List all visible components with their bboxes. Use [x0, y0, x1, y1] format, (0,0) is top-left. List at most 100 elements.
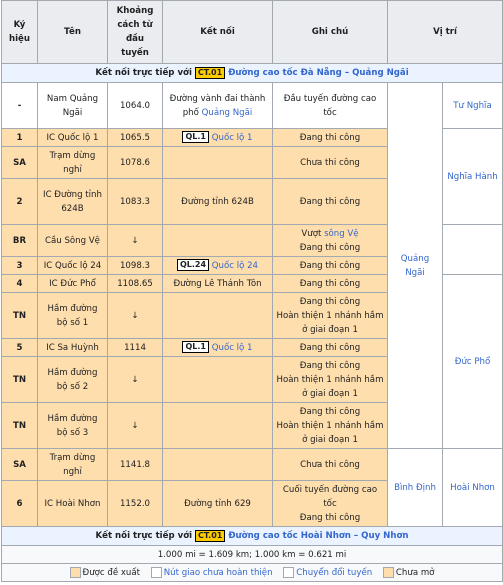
legend-swatch-icon — [283, 566, 295, 578]
table-header-row: Ký hiệu Tên Khoảng cách từ đầu tuyến Kết… — [1, 0, 503, 64]
row-km: ↓ — [107, 402, 163, 449]
row-code: - — [1, 82, 38, 129]
row-km: 1064.0 — [107, 82, 163, 129]
location-hoai-nhon[interactable]: Hoài Nhơn — [450, 483, 495, 493]
row-note: Đang thi công — [272, 274, 388, 293]
row-code: SA — [1, 448, 38, 481]
expressway-junction-table: Ký hiệu Tên Khoảng cách từ đầu tuyến Kết… — [0, 0, 503, 449]
row-name: IC Đường tỉnh 624B — [37, 178, 108, 225]
row-code: SA — [1, 146, 38, 179]
location-duc-pho[interactable]: Đức Phổ — [455, 357, 490, 367]
legend-item[interactable]: Chuyển đổi tuyến — [283, 566, 372, 580]
connect-link[interactable]: Quảng Ngãi — [202, 108, 253, 118]
row-note: Đang thi công Hoàn thiện 1 nhánh hầm ở gi… — [272, 402, 388, 449]
connect-link[interactable]: Quốc lộ 1 — [212, 133, 253, 143]
top-bar-link[interactable]: Đường cao tốc Đà Nẵng – Quảng Ngãi — [228, 68, 408, 78]
bottom-connection-bar: Kết nối trực tiếp với CT.01 Đường cao tố… — [1, 526, 503, 546]
top-bar-prefix: Kết nối trực tiếp với — [95, 68, 192, 78]
ct01-shield-icon[interactable]: CT.01 — [195, 529, 226, 542]
row-name: IC Đức Phổ — [37, 274, 108, 293]
row-note: Chưa thi công — [272, 448, 388, 481]
header-vi-tri: Vị trí — [386, 0, 503, 64]
bottom-bar-link[interactable]: Đường cao tốc Hoài Nhơn – Quy Nhơn — [228, 531, 408, 541]
legend-item: Chưa mở — [382, 566, 434, 580]
row-km: 1078.6 — [107, 146, 163, 179]
header-ky-hieu: Ký hiệu — [1, 0, 38, 64]
legend-swatch-icon — [69, 566, 81, 578]
location-nghia-hanh[interactable]: Nghĩa Hành — [447, 172, 497, 182]
note-link[interactable]: sông Vệ — [324, 229, 359, 239]
row-connect — [162, 448, 273, 481]
row-km: 1152.0 — [107, 480, 163, 527]
row-code: BR — [1, 224, 38, 257]
location-quang-ngai[interactable]: Quảng Ngãi — [401, 254, 429, 278]
row-connect: QL.1 Quốc lộ 1 — [162, 338, 273, 357]
row-code: 2 — [1, 178, 38, 225]
top-connection-bar: Kết nối trực tiếp với CT.01 Đường cao tố… — [0, 63, 503, 83]
ct01-shield-icon[interactable]: CT.01 — [194, 66, 226, 79]
location-tu-nghia[interactable]: Tư Nghĩa — [453, 101, 491, 111]
connect-link[interactable]: Quốc lộ 24 — [212, 261, 258, 271]
row-km: 1114 — [107, 338, 163, 357]
row-note: Đang thi công Hoàn thiện 1 nhánh hầm ở gi… — [272, 356, 388, 403]
row-code: 1 — [1, 128, 38, 147]
ql1-shield-icon[interactable]: QL.1 — [182, 341, 209, 353]
row-name: IC Hoài Nhơn — [37, 480, 108, 527]
row-km: ↓ — [107, 224, 163, 257]
row-km: 1141.8 — [107, 448, 163, 481]
row-name: Hầm đường bộ số 1 — [37, 292, 108, 339]
row-connect: Đường vành đai thành phố Quảng Ngãi — [162, 82, 273, 129]
row-name: Nam Quảng Ngãi — [37, 82, 108, 129]
row-name: Hầm đường bộ số 3 — [37, 402, 108, 449]
row-note: Đầu tuyến đường cao tốc — [272, 82, 388, 129]
row-connect: QL.1 Quốc lộ 1 — [162, 128, 273, 147]
header-ghi-chu: Ghi chú — [272, 0, 388, 64]
table-row: - Nam Quảng Ngãi 1064.0 Đường vành đai t… — [1, 82, 503, 449]
row-km: 1108.65 — [107, 274, 163, 293]
legend-swatch-icon — [382, 566, 394, 578]
legend-row: Được đề xuất Nút giao chưa hoàn thiện Ch… — [1, 563, 503, 582]
row-connect — [162, 356, 273, 403]
row-km: ↓ — [107, 356, 163, 403]
row-note: Chưa thi công — [272, 146, 388, 179]
row-code: TN — [1, 402, 38, 449]
row-name: Cầu Sông Vệ — [37, 224, 108, 257]
row-note: Đang thi công Hoàn thiện 1 nhánh hầm ở gi… — [272, 292, 388, 339]
conversion-row: 1.000 mi = 1.609 km; 1.000 km = 0.621 mi — [1, 545, 503, 564]
location-binh-dinh[interactable]: Bình Định — [394, 483, 436, 493]
row-connect: QL.24 Quốc lộ 24 — [162, 256, 273, 275]
row-connect — [162, 402, 273, 449]
row-note: Đang thi công — [272, 178, 388, 225]
bottom-bar-prefix: Kết nối trực tiếp với — [95, 531, 193, 541]
row-note: Đang thi công — [272, 128, 388, 147]
row-code: 6 — [1, 480, 38, 527]
row-name: IC Sa Huỳnh — [37, 338, 108, 357]
header-khoang-cach: Khoảng cách từ đầu tuyến — [107, 0, 163, 64]
row-code: 3 — [1, 256, 38, 275]
row-km: 1065.5 — [107, 128, 163, 147]
ql1-shield-icon[interactable]: QL.1 — [182, 131, 209, 143]
row-note: Cuối tuyến đường cao tốc Đang thi công — [272, 480, 388, 527]
conversion-text: 1.000 mi = 1.609 km; 1.000 km = 0.621 mi — [1, 545, 503, 564]
legend-swatch-icon — [150, 566, 162, 578]
row-name: Hầm đường bộ số 2 — [37, 356, 108, 403]
legend-item[interactable]: Nút giao chưa hoàn thiện — [150, 566, 273, 580]
row-name: IC Quốc lộ 1 — [37, 128, 108, 147]
row-name: Trạm dừng nghỉ — [37, 448, 108, 481]
row-connect: Đường Lê Thánh Tôn — [162, 274, 273, 293]
row-connect: Đường tỉnh 624B — [162, 178, 273, 225]
row-note: Đang thi công — [272, 338, 388, 357]
row-name: Trạm dừng nghỉ — [37, 146, 108, 179]
row-code: TN — [1, 292, 38, 339]
legend-item: Được đề xuất — [69, 566, 140, 580]
connect-link[interactable]: Quốc lộ 1 — [212, 343, 253, 353]
expressway-junction-table-lower: SA Trạm dừng nghỉ 1141.8 Chưa thi công B… — [1, 448, 503, 582]
ql24-shield-icon[interactable]: QL.24 — [176, 259, 210, 271]
row-connect — [162, 224, 273, 257]
row-connect — [162, 292, 273, 339]
row-code: 5 — [1, 338, 38, 357]
row-code: TN — [1, 356, 38, 403]
row-connect — [162, 146, 273, 179]
header-ket-noi: Kết nối — [162, 0, 273, 64]
table-row: SA Trạm dừng nghỉ 1141.8 Chưa thi công B… — [1, 448, 503, 527]
